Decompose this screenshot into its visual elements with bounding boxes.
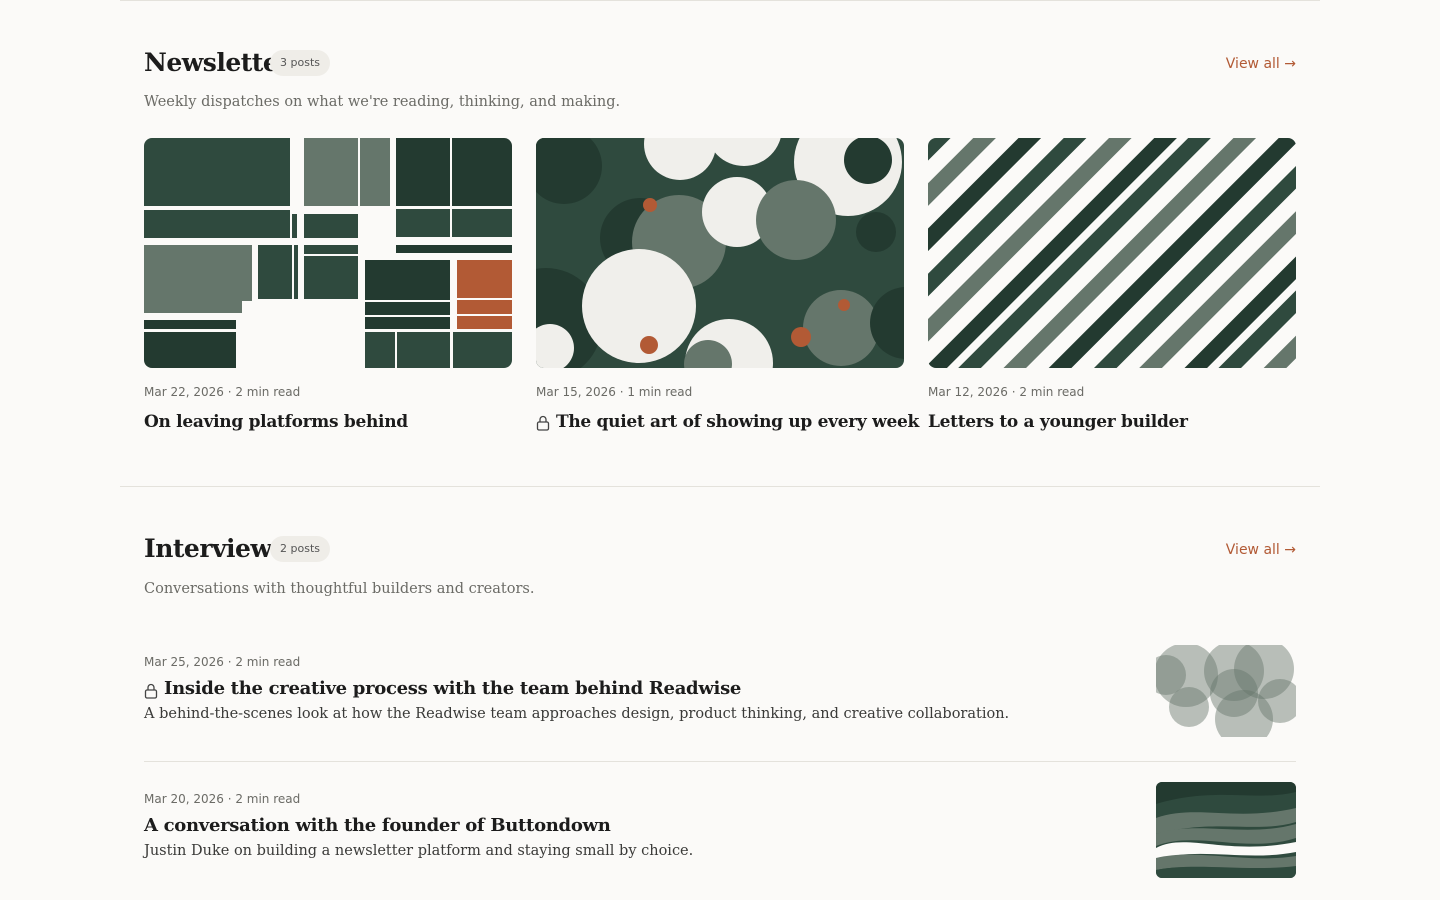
newsletter-header: Newsletter 3 posts View all → xyxy=(144,46,1296,86)
post-title-link[interactable]: A conversation with the founder of Butto… xyxy=(144,813,611,839)
newsletter-card[interactable]: Mar 15, 2026 · 1 min read The quiet art … xyxy=(536,138,919,438)
newsletter-card[interactable]: Mar 12, 2026 · 2 min read Letters to a y… xyxy=(928,138,1296,438)
post-title-text: On leaving platforms behind xyxy=(144,412,408,432)
post-meta: Mar 22, 2026 · 2 min read xyxy=(144,385,301,399)
newsletter-title: Newsletter xyxy=(144,48,291,77)
post-meta: Mar 20, 2026 · 2 min read xyxy=(144,792,301,806)
post-cover-image[interactable] xyxy=(928,138,1296,368)
post-title-text: A conversation with the founder of Butto… xyxy=(144,815,611,836)
interview-list-item[interactable]: Mar 20, 2026 · 2 min read A conversation… xyxy=(144,782,1296,891)
post-title-text: The quiet art of showing up every week xyxy=(556,412,919,432)
newsletter-view-all-link[interactable]: View all → xyxy=(1226,54,1296,74)
lock-icon xyxy=(536,414,550,431)
post-cover-image[interactable] xyxy=(144,138,512,368)
top-divider xyxy=(120,0,1320,1)
post-title-link[interactable]: On leaving platforms behind xyxy=(144,410,408,434)
newsletter-description: Weekly dispatches on what we're reading,… xyxy=(144,94,621,110)
post-title-link[interactable]: Inside the creative process with the tea… xyxy=(144,676,741,702)
interviews-title: Interviews xyxy=(144,534,286,563)
post-title-text: Inside the creative process with the tea… xyxy=(164,678,742,699)
post-meta: Mar 25, 2026 · 2 min read xyxy=(144,655,301,669)
list-divider xyxy=(144,761,1296,762)
interviews-header: Interviews 2 posts View all → xyxy=(144,532,1296,572)
post-thumbnail[interactable] xyxy=(1156,645,1296,737)
post-excerpt: A behind-the-scenes look at how the Read… xyxy=(144,706,1010,722)
newsletter-card[interactable]: Mar 22, 2026 · 2 min read On leaving pla… xyxy=(144,138,512,438)
section-divider xyxy=(120,486,1320,487)
post-title-text: Letters to a younger builder xyxy=(928,412,1188,432)
post-title-link[interactable]: The quiet art of showing up every week xyxy=(536,410,919,434)
interviews-count-badge: 2 posts xyxy=(270,536,330,562)
post-excerpt: Justin Duke on building a newsletter pla… xyxy=(144,843,694,859)
post-cover-image[interactable] xyxy=(536,138,904,368)
interviews-description: Conversations with thoughtful builders a… xyxy=(144,581,535,597)
post-thumbnail[interactable] xyxy=(1156,782,1296,878)
interviews-view-all-link[interactable]: View all → xyxy=(1226,540,1296,560)
interview-list-item[interactable]: Mar 25, 2026 · 2 min read Inside the cre… xyxy=(144,645,1296,754)
newsletter-count-badge: 3 posts xyxy=(270,50,330,76)
post-meta: Mar 15, 2026 · 1 min read xyxy=(536,385,693,399)
post-title-link[interactable]: Letters to a younger builder xyxy=(928,410,1188,434)
post-meta: Mar 12, 2026 · 2 min read xyxy=(928,385,1085,399)
lock-icon xyxy=(144,681,158,699)
